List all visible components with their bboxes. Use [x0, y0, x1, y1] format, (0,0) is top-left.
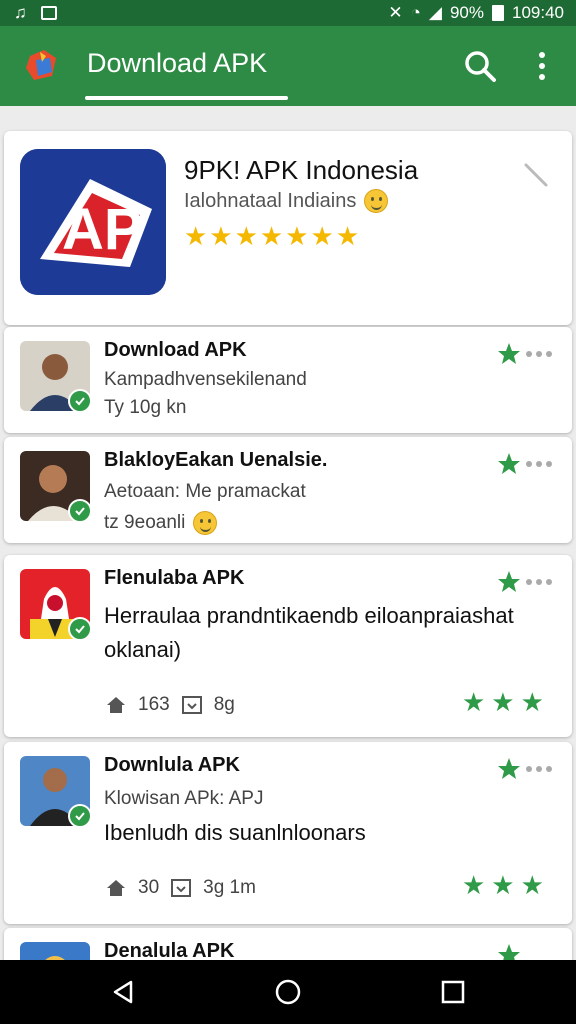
item-description: Aetoaan: Me pramackat	[104, 481, 306, 502]
item-count: 163	[138, 694, 170, 715]
item-count: 30	[138, 877, 160, 898]
item-size: 8g	[213, 694, 235, 715]
recents-icon	[442, 980, 465, 1004]
download-box-icon	[181, 696, 202, 714]
featured-app-subtitle-text: Ialohnataal Indiains	[184, 189, 357, 212]
more-options-icon[interactable]	[526, 351, 552, 357]
more-options-icon[interactable]	[526, 579, 552, 585]
item-size: 3g 1m	[203, 877, 256, 898]
signal-icon: ◢	[428, 3, 442, 22]
bluetooth-icon: ✕	[388, 3, 403, 22]
favorite-star-icon[interactable]	[496, 341, 522, 367]
back-button[interactable]	[103, 972, 143, 1012]
app-title: Download APK	[87, 48, 268, 78]
item-description-cont: Ibenludh dis suanlnloonars	[104, 820, 366, 845]
featured-app-rating: ★★★★★★★	[184, 221, 361, 252]
home-icon	[107, 697, 125, 713]
home-icon	[107, 880, 125, 896]
battery-percent: 90%	[449, 3, 484, 22]
favorite-star-icon[interactable]	[496, 569, 522, 595]
list-item[interactable]: BlakloyEakan Uenalsie. Aetoaan: Me prama…	[4, 437, 572, 543]
item-description: Kampadhvensekilenand	[104, 369, 307, 390]
smile-emoji-icon	[364, 189, 389, 213]
back-icon	[113, 980, 132, 1004]
edit-icon[interactable]	[522, 161, 550, 189]
more-options-icon[interactable]	[526, 766, 552, 772]
list-item[interactable]: Flenulaba APK Herraulaa prandntikaendb e…	[4, 555, 572, 737]
item-title: BlakloyEakan Uenalsie.	[104, 449, 328, 471]
home-circle-icon	[275, 979, 301, 1005]
item-meta: tz 9eoanli	[104, 511, 218, 535]
item-description: Klowisan APk: APJ	[104, 788, 264, 809]
clock: 109:40	[512, 3, 564, 22]
music-note-icon: ♫	[14, 3, 27, 22]
item-stats: 163 8g	[104, 693, 235, 717]
featured-app-title: 9PK! APK Indonesia	[184, 155, 419, 185]
item-meta-text: tz 9eoanli	[104, 512, 186, 533]
item-meta: Ty 10g kn	[104, 397, 187, 418]
featured-app-icon-text: AP	[62, 197, 143, 262]
featured-app-icon: AP	[20, 149, 166, 295]
favorite-star-icon[interactable]	[496, 756, 522, 782]
list-item[interactable]: Download APK Kampadhvensekilenand Ty 10g…	[4, 327, 572, 433]
more-options-icon[interactable]	[526, 461, 552, 467]
verified-check-icon	[68, 499, 92, 523]
recents-button[interactable]	[433, 972, 473, 1012]
download-box-icon	[171, 879, 192, 897]
rating-stars: ★★★★★★★	[184, 221, 362, 251]
battery-icon	[492, 5, 504, 21]
featured-app-card[interactable]: AP 9PK! APK Indonesia Ialohnataal Indiai…	[4, 131, 572, 325]
item-description-cont: oklanai)	[104, 637, 182, 662]
item-title: Flenulaba APK	[104, 567, 245, 589]
search-icon[interactable]	[462, 48, 498, 84]
verified-check-icon	[68, 389, 92, 413]
list-item[interactable]: Downlula APK Klowisan APk: APJ Ibenludh …	[4, 742, 572, 924]
verified-check-icon	[68, 617, 92, 641]
item-title: Download APK	[104, 339, 247, 361]
system-navigation-bar	[0, 960, 576, 1024]
active-tab-indicator	[85, 96, 288, 100]
notification-icon	[40, 6, 57, 20]
status-bar: ♫ ✕ ◔ ◢ 90% 109:40	[0, 0, 576, 26]
overflow-menu-button[interactable]	[530, 48, 554, 84]
verified-check-icon	[68, 804, 92, 828]
item-description: Herraulaa prandntikaendb eiloanpraiashat	[104, 603, 514, 628]
featured-app-subtitle: Ialohnataal Indiains	[184, 189, 389, 213]
item-rating: ★★★	[462, 870, 550, 900]
item-stats: 30 3g 1m	[104, 876, 256, 900]
favorite-star-icon[interactable]	[496, 451, 522, 477]
app-logo-icon	[26, 50, 56, 80]
home-button[interactable]	[268, 972, 308, 1012]
item-title: Downlula APK	[104, 754, 240, 776]
smile-emoji-icon	[193, 511, 218, 535]
app-bar: Download APK	[0, 26, 576, 106]
item-rating: ★★★	[462, 687, 550, 717]
wifi-icon: ◔	[410, 3, 421, 22]
